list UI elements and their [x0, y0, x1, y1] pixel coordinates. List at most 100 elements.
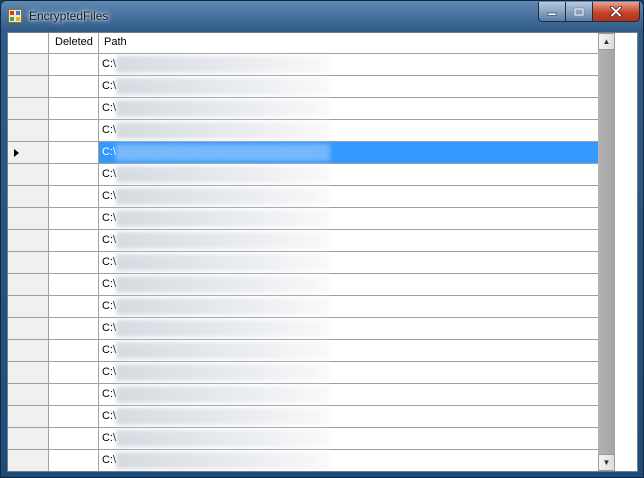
deleted-cell[interactable] — [49, 252, 99, 274]
deleted-cell[interactable] — [49, 164, 99, 186]
vertical-scrollbar[interactable]: ▲ ▼ — [598, 33, 615, 471]
table-row[interactable]: C:\ — [8, 54, 598, 76]
path-cell[interactable]: C:\ — [99, 406, 598, 428]
table-row[interactable]: C:\ — [8, 252, 598, 274]
deleted-cell[interactable] — [49, 142, 99, 164]
row-header[interactable] — [8, 406, 49, 428]
path-text: C:\ — [102, 80, 117, 92]
row-header[interactable] — [8, 142, 49, 164]
table-row[interactable]: C:\ — [8, 142, 598, 164]
path-cell[interactable]: C:\ — [99, 120, 598, 142]
client-margin — [615, 33, 637, 471]
row-header[interactable] — [8, 384, 49, 406]
path-cell[interactable]: C:\ — [99, 164, 598, 186]
path-cell[interactable]: C:\ — [99, 142, 598, 164]
table-row[interactable]: C:\ — [8, 230, 598, 252]
path-cell[interactable]: C:\ — [99, 340, 598, 362]
column-header-path[interactable]: Path — [99, 33, 598, 53]
table-row[interactable]: C:\ — [8, 406, 598, 428]
deleted-cell[interactable] — [49, 296, 99, 318]
path-cell[interactable]: C:\ — [99, 296, 598, 318]
table-row[interactable]: C:\ — [8, 274, 598, 296]
deleted-cell[interactable] — [49, 428, 99, 450]
scroll-up-button[interactable]: ▲ — [598, 33, 615, 50]
row-header[interactable] — [8, 362, 49, 384]
column-header-deleted[interactable]: Deleted — [49, 33, 99, 53]
row-header[interactable] — [8, 274, 49, 296]
path-cell[interactable]: C:\ — [99, 76, 598, 98]
row-header[interactable] — [8, 76, 49, 98]
path-cell[interactable]: C:\ — [99, 384, 598, 406]
deleted-cell[interactable] — [49, 120, 99, 142]
deleted-cell[interactable] — [49, 318, 99, 340]
path-cell[interactable]: C:\ — [99, 450, 598, 471]
redacted-text — [116, 452, 330, 469]
close-button[interactable] — [593, 2, 640, 22]
path-cell[interactable]: C:\ — [99, 428, 598, 450]
row-header[interactable] — [8, 208, 49, 230]
table-row[interactable]: C:\ — [8, 428, 598, 450]
row-header[interactable] — [8, 230, 49, 252]
scroll-down-button[interactable]: ▼ — [598, 454, 615, 471]
table-row[interactable]: C:\ — [8, 384, 598, 406]
client-area: Deleted Path C:\ C:\ C:\ C:\ C:\ C:\ C:\ C:\ C:\… — [7, 32, 638, 472]
path-cell[interactable]: C:\ — [99, 318, 598, 340]
deleted-cell[interactable] — [49, 98, 99, 120]
scroll-thumb[interactable] — [598, 50, 615, 454]
current-row-icon — [14, 149, 19, 157]
table-row[interactable]: C:\ — [8, 186, 598, 208]
redacted-text — [116, 232, 330, 249]
deleted-cell[interactable] — [49, 208, 99, 230]
row-header[interactable] — [8, 296, 49, 318]
table-row[interactable]: C:\ — [8, 120, 598, 142]
path-text: C:\ — [102, 366, 117, 378]
deleted-cell[interactable] — [49, 384, 99, 406]
row-header[interactable] — [8, 340, 49, 362]
redacted-text — [116, 188, 330, 205]
maximize-button[interactable] — [566, 2, 593, 22]
path-cell[interactable]: C:\ — [99, 230, 598, 252]
path-text: C:\ — [102, 124, 117, 136]
path-cell[interactable]: C:\ — [99, 208, 598, 230]
deleted-cell[interactable] — [49, 186, 99, 208]
path-cell[interactable]: C:\ — [99, 274, 598, 296]
row-header[interactable] — [8, 252, 49, 274]
table-row[interactable]: C:\ — [8, 98, 598, 120]
row-header[interactable] — [8, 186, 49, 208]
row-header[interactable] — [8, 54, 49, 76]
table-row[interactable]: C:\ — [8, 362, 598, 384]
deleted-cell[interactable] — [49, 450, 99, 471]
deleted-cell[interactable] — [49, 274, 99, 296]
redacted-text — [116, 56, 330, 73]
deleted-cell[interactable] — [49, 230, 99, 252]
row-header[interactable] — [8, 450, 49, 471]
title-bar[interactable]: EncryptedFiles — [1, 1, 643, 31]
table-row[interactable]: C:\ — [8, 296, 598, 318]
path-cell[interactable]: C:\ — [99, 98, 598, 120]
deleted-cell[interactable] — [49, 54, 99, 76]
row-header[interactable] — [8, 318, 49, 340]
row-header[interactable] — [8, 428, 49, 450]
minimize-button[interactable] — [538, 2, 566, 22]
table-row[interactable]: C:\ — [8, 340, 598, 362]
deleted-cell[interactable] — [49, 340, 99, 362]
row-header[interactable] — [8, 164, 49, 186]
row-header[interactable] — [8, 120, 49, 142]
table-row[interactable]: C:\ — [8, 164, 598, 186]
path-cell[interactable]: C:\ — [99, 54, 598, 76]
data-grid[interactable]: Deleted Path C:\ C:\ C:\ C:\ C:\ C:\ C:\ C:\ C:\… — [8, 33, 598, 471]
path-cell[interactable]: C:\ — [99, 362, 598, 384]
path-cell[interactable]: C:\ — [99, 252, 598, 274]
deleted-cell[interactable] — [49, 362, 99, 384]
close-icon — [610, 6, 622, 17]
deleted-cell[interactable] — [49, 76, 99, 98]
row-header[interactable] — [8, 98, 49, 120]
deleted-cell[interactable] — [49, 406, 99, 428]
table-row[interactable]: C:\ — [8, 450, 598, 471]
table-row[interactable]: C:\ — [8, 318, 598, 340]
table-row[interactable]: C:\ — [8, 76, 598, 98]
path-cell[interactable]: C:\ — [99, 186, 598, 208]
table-row[interactable]: C:\ — [8, 208, 598, 230]
path-text: C:\ — [102, 454, 117, 466]
path-text: C:\ — [102, 278, 117, 290]
